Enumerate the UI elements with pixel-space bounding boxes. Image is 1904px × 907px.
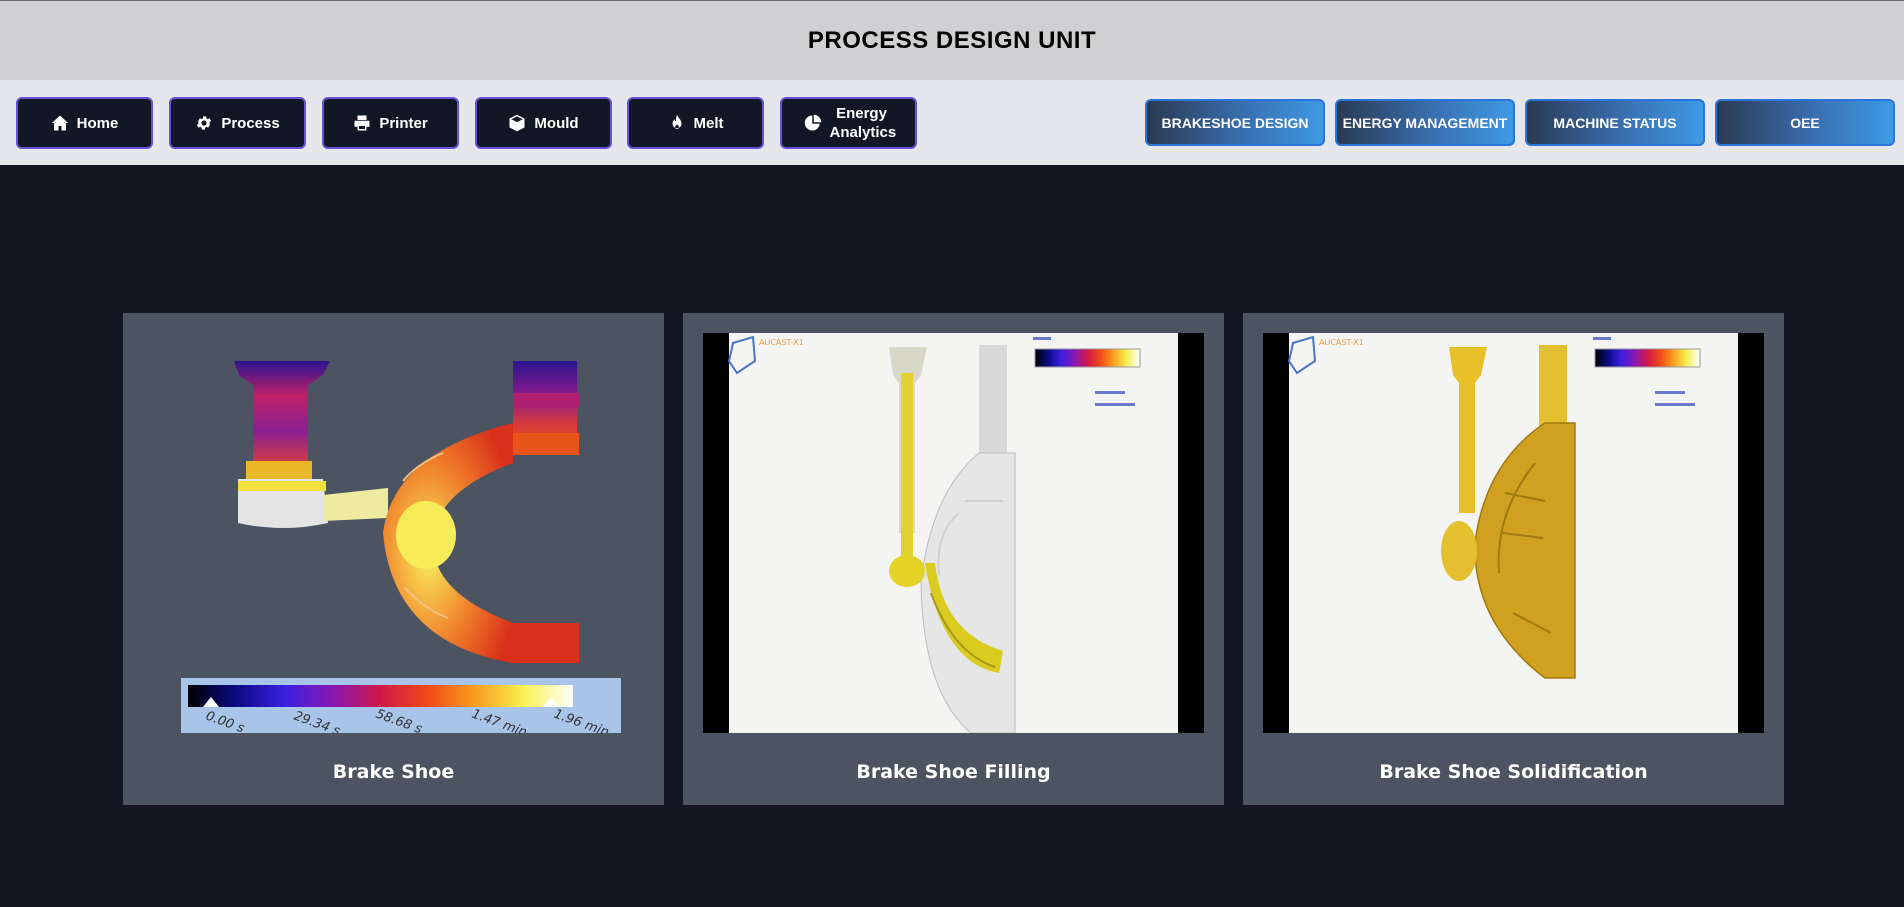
- card-caption: Brake Shoe Solidification: [1379, 761, 1648, 783]
- gear-icon: [195, 114, 213, 132]
- machine-status-button[interactable]: MACHINE STATUS: [1525, 99, 1705, 146]
- brakeshoe-design-button[interactable]: BRAKESHOE DESIGN: [1145, 99, 1325, 146]
- home-button-label: Home: [76, 114, 119, 132]
- mould-button-label: Mould: [534, 114, 579, 132]
- process-button-label: Process: [221, 114, 280, 132]
- brake-shoe-image: 0.00 s 29.34 s 58.68 s 1.47 min 1.96 min: [181, 361, 621, 733]
- aucast-logo-text: AUCAST-X1: [1319, 338, 1364, 347]
- process-button[interactable]: Process: [169, 97, 306, 149]
- aucast-logo-text: AUCAST-X1: [759, 338, 804, 347]
- energy-analytics-button[interactable]: Energy Analytics: [780, 97, 917, 149]
- brake-shoe-solidification-video[interactable]: AUCAST-X1: [1263, 333, 1764, 733]
- navigation-bar: Home Process Printer Mould Melt Energy A…: [0, 80, 1904, 165]
- printer-button[interactable]: Printer: [322, 97, 459, 149]
- brake-shoe-filling-card[interactable]: AUCAST-X1 Brake Shoe Filling: [683, 313, 1224, 805]
- page-title: PROCESS DESIGN UNIT: [807, 26, 1097, 54]
- printer-button-label: Printer: [379, 114, 428, 132]
- card-caption: Brake Shoe Filling: [856, 761, 1051, 783]
- oee-button[interactable]: OEE: [1715, 99, 1895, 146]
- pie-chart-icon: [804, 114, 822, 132]
- brake-shoe-solidification-card[interactable]: AUCAST-X1 Brake Shoe Solidification: [1243, 313, 1784, 805]
- header-bar: PROCESS DESIGN UNIT: [0, 0, 1904, 80]
- home-button[interactable]: Home: [16, 97, 153, 149]
- mould-button[interactable]: Mould: [475, 97, 612, 149]
- melt-button-label: Melt: [693, 114, 724, 132]
- cube-icon: [508, 114, 526, 132]
- energy-management-button[interactable]: ENERGY MANAGEMENT: [1335, 99, 1515, 146]
- home-icon: [51, 114, 69, 132]
- card-caption: Brake Shoe: [332, 761, 455, 783]
- fire-icon: [668, 114, 686, 132]
- brake-shoe-card[interactable]: 0.00 s 29.34 s 58.68 s 1.47 min 1.96 min…: [123, 313, 664, 805]
- brake-shoe-filling-video[interactable]: AUCAST-X1: [703, 333, 1204, 733]
- printer-icon: [353, 114, 371, 132]
- melt-button[interactable]: Melt: [627, 97, 764, 149]
- energy-analytics-button-label: Energy Analytics: [829, 105, 897, 141]
